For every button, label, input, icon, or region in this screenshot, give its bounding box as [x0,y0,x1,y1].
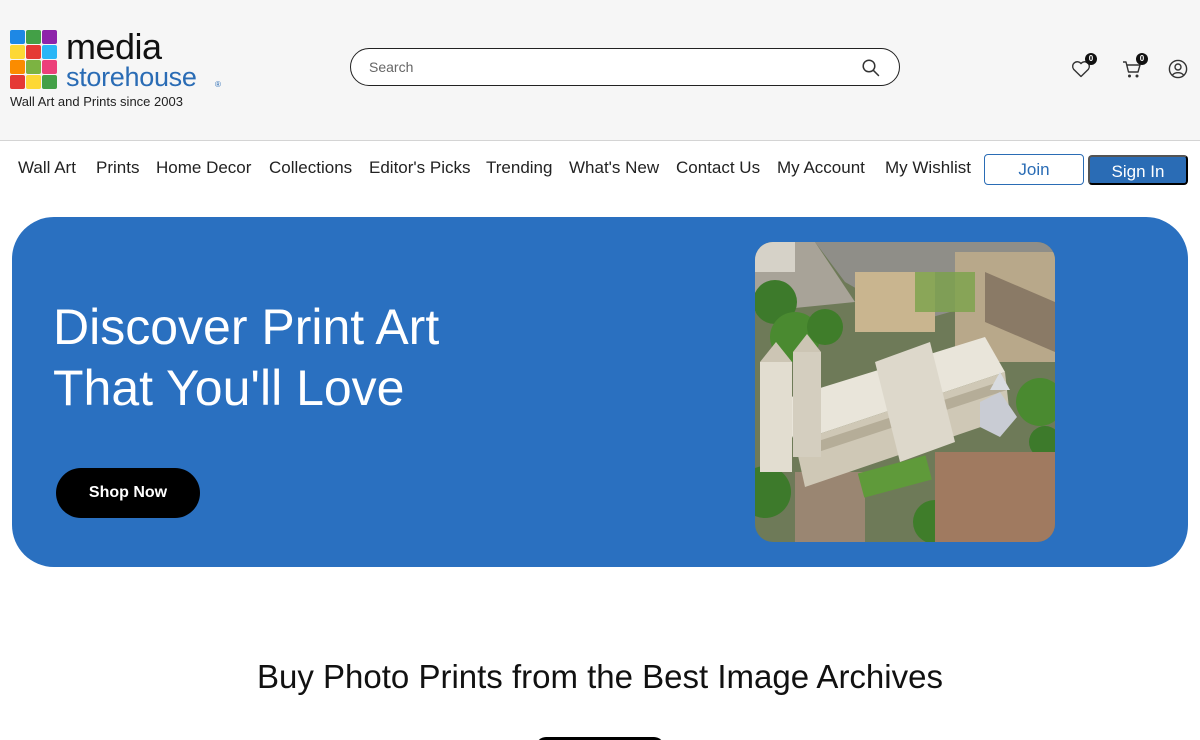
hero-image[interactable] [755,242,1055,542]
logo-registered-mark: ® [215,80,221,89]
hero-title-line-1: Discover Print Art [53,299,440,355]
site-header: media storehouse ® Wall Art and Prints s… [0,0,1200,141]
logo-mosaic-icon [10,30,60,90]
section-title: Buy Photo Prints from the Best Image Arc… [257,658,943,695]
join-button[interactable]: Join [984,154,1084,185]
account-button[interactable] [1167,58,1189,80]
nav-item-my-wishlist[interactable]: My Wishlist [885,158,971,178]
cart-count-badge: 0 [1136,53,1148,65]
nav-item-editors-picks[interactable]: Editor's Picks [369,158,471,178]
hero-title-line-2: That You'll Love [53,360,405,416]
sign-in-button[interactable]: Sign In [1088,155,1188,185]
cart-button[interactable]: 0 [1121,53,1148,80]
nav-item-prints[interactable]: Prints [96,158,139,178]
shop-now-button[interactable]: Shop Now [56,468,200,518]
logo-tagline: Wall Art and Prints since 2003 [10,94,183,109]
nav-item-trending[interactable]: Trending [486,158,552,178]
user-icon [1168,59,1188,79]
nav-item-wall-art[interactable]: Wall Art [18,158,76,178]
main-nav: Wall Art Prints Home Decor Collections E… [0,142,1200,196]
hero-banner: Discover Print Art That You'll Love Shop… [12,217,1188,567]
nav-item-contact-us[interactable]: Contact Us [676,158,760,178]
nav-item-my-account[interactable]: My Account [777,158,865,178]
wishlist-button[interactable]: 0 [1070,53,1097,80]
logo-text-storehouse: storehouse [66,62,197,92]
nav-item-whats-new[interactable]: What's New [569,158,659,178]
aerial-abbey-illustration [755,242,1055,542]
search-input[interactable] [369,57,839,77]
search-icon[interactable] [861,58,881,78]
hero-title: Discover Print Art That You'll Love [53,297,613,419]
site-logo[interactable]: media storehouse ® Wall Art and Prints s… [10,26,250,114]
search-bar [350,48,900,86]
wishlist-count-badge: 0 [1085,53,1097,65]
nav-item-collections[interactable]: Collections [269,158,352,178]
nav-item-home-decor[interactable]: Home Decor [156,158,251,178]
